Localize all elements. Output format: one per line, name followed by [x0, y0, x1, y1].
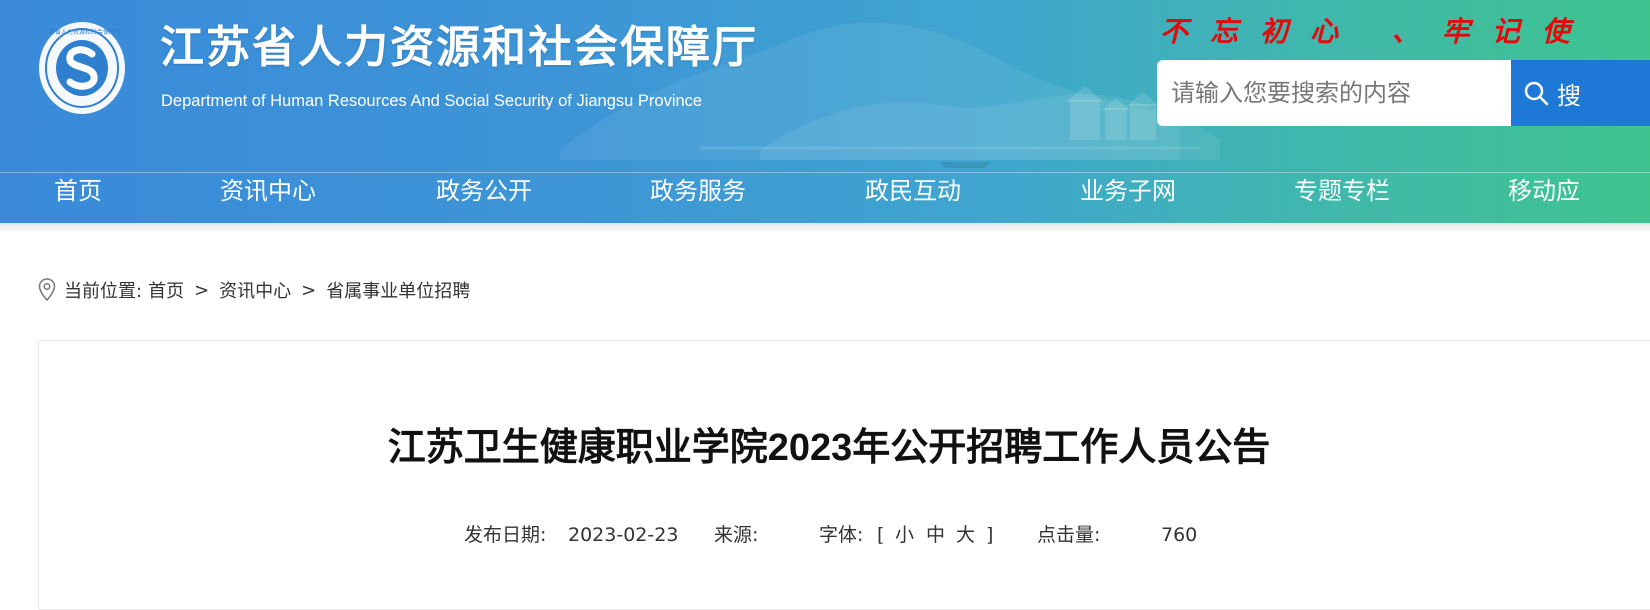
search-input[interactable] [1169, 78, 1503, 108]
breadcrumb: 当前位置: 首页 > 资讯中心 > 省属事业单位招聘 [38, 276, 470, 304]
article-title: 江苏卫生健康职业学院2023年公开招聘工作人员公告 [387, 427, 1271, 469]
search-icon [1524, 81, 1549, 106]
font-size-bracket-close: ] [986, 524, 994, 546]
font-size-label: 字体: [819, 524, 864, 546]
breadcrumb-prefix: 当前位置: [64, 281, 143, 302]
nav-item-topics[interactable]: 专题专栏 [1294, 176, 1390, 206]
main-nav: 首页 资讯中心 政务公开 政务服务 政民互动 业务子网 专题专栏 移动应 [0, 160, 1650, 222]
search-box [1157, 60, 1511, 126]
search-button[interactable]: 搜 [1511, 60, 1650, 126]
breadcrumb-recruitment[interactable]: 省属事业单位招聘 [326, 277, 470, 303]
nav-item-sub-sites[interactable]: 业务子网 [1080, 176, 1176, 206]
font-size-bracket-open: [ [877, 524, 885, 546]
site-header: 江苏省人力资源和社会保障厅 江苏省人力资源和社会保障厅 Department o… [0, 0, 1650, 223]
location-pin-icon [38, 278, 56, 302]
breadcrumb-separator: > [194, 279, 210, 301]
site-title[interactable]: 江苏省人力资源和社会保障厅 [160, 20, 758, 76]
slogan: 不忘初心 、牢记使 [1160, 15, 1592, 48]
source-label: 来源: [714, 524, 759, 546]
hits-count: 760 [1161, 524, 1198, 546]
font-size-large-button[interactable]: 大 [956, 522, 975, 548]
site-subtitle-english: Department of Human Resources And Social… [161, 92, 703, 110]
nav-item-home[interactable]: 首页 [54, 176, 102, 206]
font-size-small-button[interactable]: 小 [895, 522, 914, 548]
font-size-medium-button[interactable]: 中 [926, 522, 945, 548]
article-container [38, 340, 1650, 610]
department-logo[interactable]: 江苏省人力资源和社会保障厅 [38, 20, 126, 116]
nav-item-interaction[interactable]: 政民互动 [865, 176, 961, 206]
publish-date: 2023-02-23 [568, 524, 679, 546]
nav-item-gov-affairs-public[interactable]: 政务公开 [436, 176, 532, 206]
breadcrumb-news[interactable]: 资讯中心 [219, 277, 291, 303]
publish-date-label: 发布日期: [464, 524, 547, 546]
nav-item-news[interactable]: 资讯中心 [220, 176, 316, 206]
nav-item-gov-services[interactable]: 政务服务 [650, 176, 746, 206]
search-button-label: 搜 [1557, 81, 1581, 110]
header-shadow [0, 223, 1650, 233]
logo-ring-text: 江苏省人力资源和社会保障厅 [43, 28, 121, 36]
breadcrumb-separator: > [301, 279, 317, 301]
article-meta: 发布日期: 2023-02-23 来源: 字体: [ 小 中 大 ] 点击量: … [0, 522, 1650, 548]
nav-item-mobile[interactable]: 移动应 [1508, 176, 1580, 206]
breadcrumb-home[interactable]: 首页 [148, 277, 184, 303]
hits-label: 点击量: [1037, 524, 1101, 546]
